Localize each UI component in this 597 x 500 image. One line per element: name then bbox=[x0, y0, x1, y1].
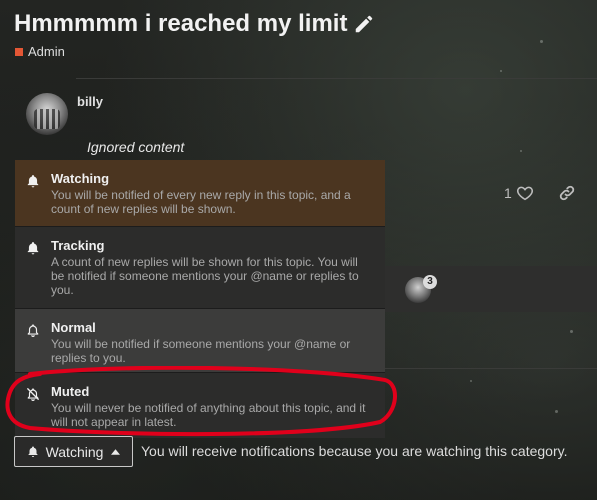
menu-item-label: Watching bbox=[51, 171, 110, 186]
pencil-icon[interactable] bbox=[353, 13, 375, 35]
bell-icon bbox=[28, 446, 38, 457]
menu-item-label: Tracking bbox=[51, 238, 105, 253]
notifications-button-label: Watching bbox=[45, 443, 104, 460]
heart-icon[interactable] bbox=[516, 184, 534, 202]
bell-icon bbox=[27, 242, 39, 255]
menu-item-description: You will be notified of every new reply … bbox=[51, 188, 351, 216]
category-badge bbox=[15, 47, 23, 56]
background-speck bbox=[555, 410, 558, 413]
link-icon[interactable] bbox=[558, 184, 576, 202]
ignored-content-text: Ignored content bbox=[87, 139, 185, 155]
participant-count-badge: 3 bbox=[423, 275, 437, 289]
category-link[interactable]: Admin bbox=[15, 44, 65, 59]
background-speck bbox=[470, 380, 472, 382]
menu-item-description: You will be notified if someone mentions… bbox=[51, 337, 351, 365]
section-divider bbox=[384, 368, 597, 369]
bell-outline-icon bbox=[27, 324, 39, 337]
menu-item-label: Muted bbox=[51, 384, 90, 399]
topic-title[interactable]: Hmmmmm i reached my limit bbox=[14, 10, 347, 38]
menu-item-label: Normal bbox=[51, 320, 96, 335]
menu-item-description: You will never be notified of anything a… bbox=[51, 401, 366, 429]
background-speck bbox=[540, 40, 543, 43]
topic-header: Hmmmmm i reached my limit bbox=[14, 10, 375, 38]
menu-item-description: A count of new replies will be shown for… bbox=[51, 255, 359, 297]
notification-reason: You will receive notifications because y… bbox=[141, 443, 568, 459]
category-name: Admin bbox=[28, 44, 65, 59]
like-count: 1 bbox=[504, 185, 512, 201]
background-speck bbox=[570, 330, 573, 333]
post-actions: 1 bbox=[504, 184, 576, 202]
header-divider bbox=[76, 78, 597, 79]
menu-item-tracking[interactable]: Tracking A count of new replies will be … bbox=[15, 226, 385, 308]
notifications-button[interactable]: Watching bbox=[14, 436, 133, 467]
notification-level-menu: Watching You will be notified of every n… bbox=[15, 160, 385, 438]
bell-icon bbox=[27, 175, 39, 188]
menu-item-normal[interactable]: Normal You will be notified if someone m… bbox=[15, 308, 385, 372]
avatar[interactable] bbox=[26, 93, 68, 135]
menu-item-watching[interactable]: Watching You will be notified of every n… bbox=[15, 160, 385, 226]
caret-up-icon bbox=[111, 448, 121, 455]
bell-slash-icon bbox=[27, 388, 39, 401]
menu-item-muted[interactable]: Muted You will never be notified of anyt… bbox=[15, 372, 385, 438]
background-speck bbox=[500, 70, 502, 72]
post-username[interactable]: billy bbox=[77, 94, 103, 109]
background-speck bbox=[520, 150, 522, 152]
